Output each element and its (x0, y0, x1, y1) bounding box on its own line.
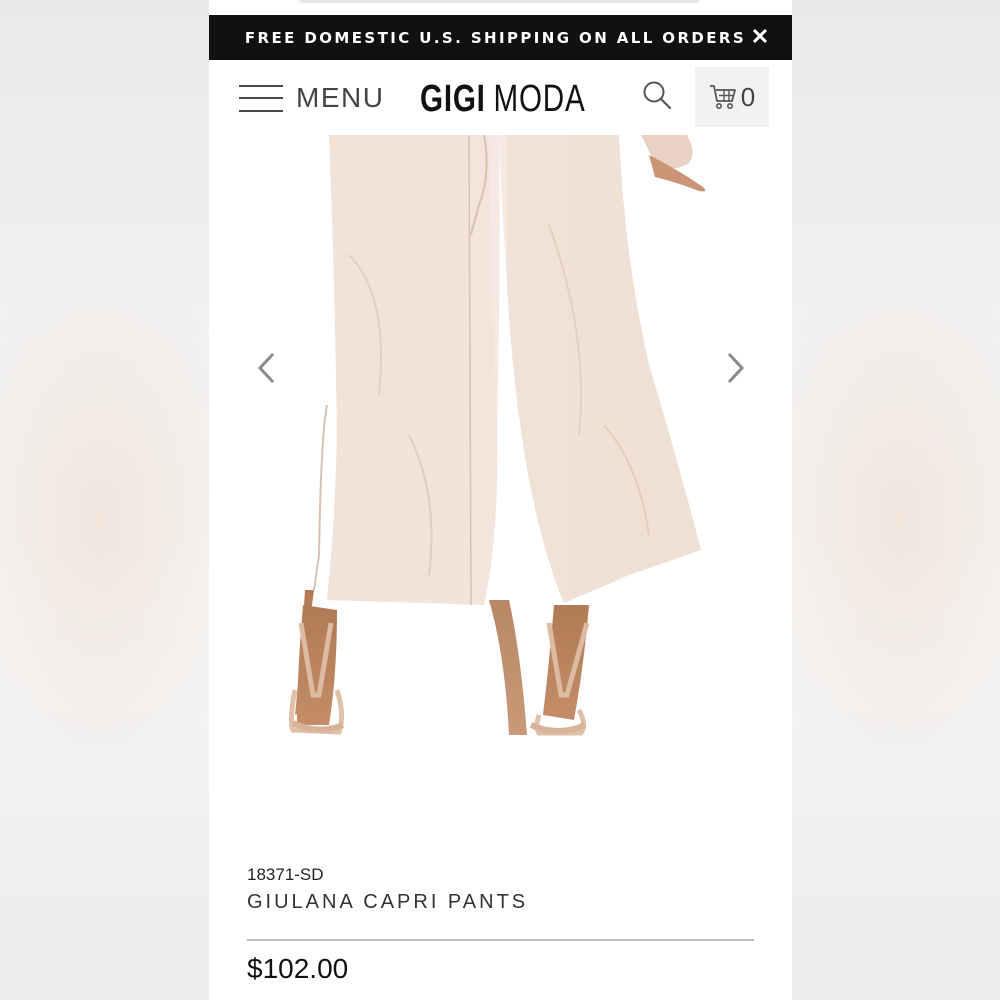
site-header: MENU GIGI MODA 0 (209, 60, 792, 135)
product-gallery[interactable] (209, 135, 792, 835)
cart-count: 0 (740, 81, 756, 112)
product-price: $102.00 (247, 953, 349, 984)
logo-secondary: MODA (493, 77, 586, 120)
divider (247, 939, 754, 941)
cart-icon (709, 85, 736, 109)
menu-button[interactable]: MENU (239, 80, 384, 116)
announcement-text: FREE DOMESTIC U.S. SHIPPING ON ALL ORDER… (244, 28, 747, 47)
cart-button[interactable]: 0 (695, 67, 769, 127)
product-sku: 18371-SD (247, 865, 324, 884)
chevron-right-icon[interactable] (720, 350, 750, 386)
chevron-left-icon[interactable] (252, 350, 282, 386)
search-icon[interactable] (642, 80, 672, 110)
site-logo[interactable]: GIGI MODA (420, 74, 586, 124)
product-image (288, 135, 706, 736)
mobile-page: FREE DOMESTIC U.S. SHIPPING ON ALL ORDER… (209, 0, 792, 1000)
close-icon[interactable]: ✕ (748, 24, 772, 49)
browser-edge (299, 0, 699, 3)
logo-primary: GIGI (420, 77, 486, 120)
menu-label: MENU (296, 82, 385, 113)
hamburger-icon (239, 83, 283, 113)
product-title: GIULANA CAPRI PANTS (247, 891, 529, 913)
announcement-bar: FREE DOMESTIC U.S. SHIPPING ON ALL ORDER… (209, 15, 792, 60)
